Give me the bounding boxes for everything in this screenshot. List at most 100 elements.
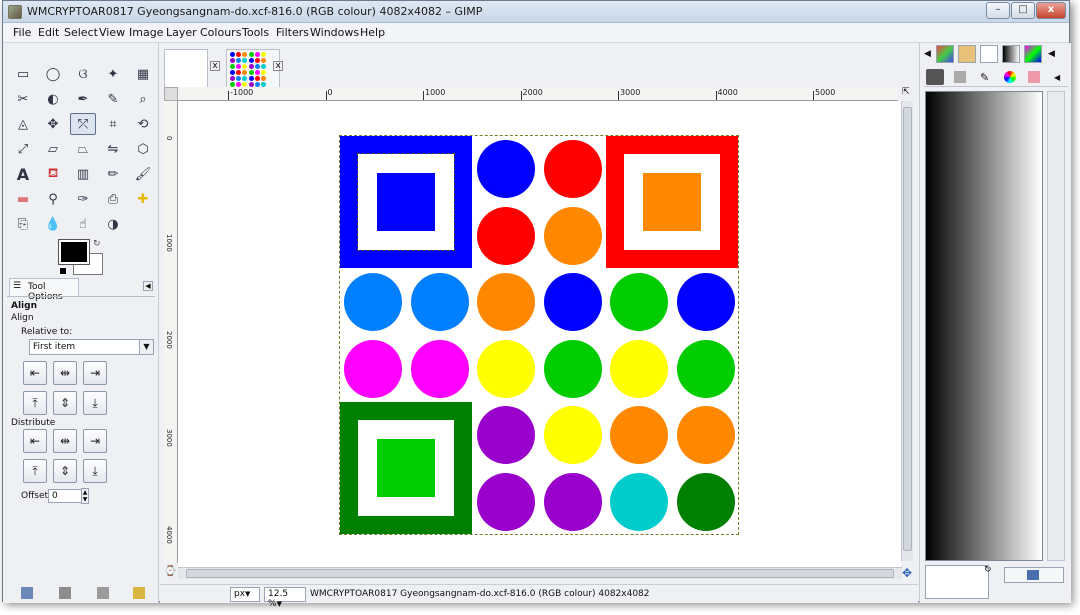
foreground-select-icon[interactable]: ◐ — [40, 88, 66, 110]
circle-purple[interactable] — [477, 472, 535, 531]
horizontal-scrollbar[interactable] — [178, 567, 902, 579]
offset-stepper[interactable]: ▲ ▼ — [81, 488, 89, 504]
patterns-icon[interactable] — [958, 45, 976, 63]
circle-green_dark[interactable] — [676, 472, 735, 531]
red-square-frame[interactable] — [606, 136, 738, 268]
paths-icon[interactable]: ✒ — [70, 88, 96, 110]
blank-image-tab[interactable] — [164, 49, 208, 89]
distribute-hcenter-icon[interactable]: ⇹ — [53, 429, 77, 453]
menu-layer[interactable]: Layer — [166, 26, 197, 39]
dock-edit-button[interactable] — [1004, 567, 1064, 583]
align-left-icon[interactable]: ⇤ — [23, 361, 47, 385]
save-options-icon[interactable] — [21, 587, 33, 599]
pencil-icon[interactable]: ✏ — [100, 163, 126, 185]
panel-menu-icon[interactable]: ◀ — [143, 281, 153, 291]
shear-icon[interactable]: ▱ — [40, 138, 66, 160]
foreground-color-swatch[interactable] — [58, 239, 90, 265]
fuzzy-select-icon[interactable]: ✦ — [100, 63, 126, 85]
crop-icon[interactable]: ⌗ — [100, 113, 126, 135]
layer-stack-icon[interactable] — [954, 71, 966, 83]
circle-green_light[interactable] — [543, 339, 602, 398]
color-picker-icon[interactable]: ✎ — [100, 88, 126, 110]
vertical-ruler[interactable]: 0 1000 2000 3000 4000 — [164, 101, 178, 563]
scale-icon[interactable]: ⤢ — [10, 138, 36, 160]
image-canvas[interactable] — [339, 135, 739, 535]
heal-icon[interactable]: ✚ — [130, 188, 156, 210]
measure-icon[interactable]: ◬ — [10, 113, 36, 135]
circle-yellow[interactable] — [477, 339, 535, 398]
menu-image[interactable]: Image — [129, 26, 163, 39]
paintbrush-icon[interactable]: 🖌 — [130, 163, 156, 185]
flip-icon[interactable]: ⇋ — [100, 138, 126, 160]
select-by-color-icon[interactable]: ▦ — [130, 63, 156, 85]
dock-tab-menu-icon[interactable]: ◀ — [1048, 49, 1055, 59]
scroll-thumb[interactable] — [903, 107, 912, 551]
offset-input[interactable]: 0 — [48, 489, 84, 503]
gradients-icon[interactable] — [1002, 45, 1020, 63]
dock-scrollbar[interactable] — [1047, 91, 1065, 561]
circle-azure[interactable] — [410, 273, 469, 331]
circle-cyan[interactable] — [610, 472, 668, 531]
palettes-icon[interactable] — [1024, 45, 1042, 63]
rotate-icon[interactable]: ⟲ — [130, 113, 156, 135]
ellipse-select-icon[interactable]: ◯ — [40, 63, 66, 85]
circle-magenta[interactable] — [410, 339, 469, 398]
fonts-icon[interactable] — [980, 45, 998, 63]
distribute-vcenter-icon[interactable]: ⇕ — [53, 459, 77, 483]
image-icon[interactable] — [1028, 71, 1040, 83]
distribute-right-icon[interactable]: ⇥ — [83, 429, 107, 453]
align-top-icon[interactable]: ⤒ — [23, 391, 47, 415]
quick-mask-corner[interactable] — [164, 87, 178, 101]
rect-select-icon[interactable]: ▭ — [10, 63, 36, 85]
close-button[interactable]: x — [1036, 2, 1066, 19]
scroll-thumb[interactable] — [186, 569, 894, 578]
default-colors-icon[interactable] — [59, 267, 67, 275]
dock-preview-box[interactable] — [925, 565, 989, 599]
zoom-icon[interactable]: ⌕ — [130, 88, 156, 110]
bucket-fill-icon[interactable]: ⛾ — [40, 163, 66, 185]
circle-orange[interactable] — [543, 206, 602, 265]
clone-icon[interactable]: ⎙ — [100, 188, 126, 210]
brush-small-icon[interactable]: ✎ — [980, 71, 989, 84]
circle-red[interactable] — [477, 206, 535, 265]
dock-menu-icon[interactable]: ◀ — [924, 49, 931, 59]
circle-green_light[interactable] — [610, 273, 668, 331]
free-select-icon[interactable]: ଓ — [70, 63, 96, 85]
perspective-icon[interactable]: ⏢ — [70, 138, 96, 160]
align-hcenter-icon[interactable]: ⇹ — [53, 361, 77, 385]
circle-yellow[interactable] — [543, 406, 602, 464]
delete-options-icon[interactable] — [97, 587, 109, 599]
current-image-tab[interactable] — [226, 49, 280, 89]
green-square-frame[interactable] — [340, 402, 472, 534]
circle-blue[interactable] — [543, 273, 602, 331]
scissors-select-icon[interactable]: ✂ — [10, 88, 36, 110]
menu-tools[interactable]: Tools — [242, 26, 269, 39]
canvas-viewport[interactable] — [178, 101, 901, 567]
circle-magenta[interactable] — [344, 339, 402, 398]
circle-blue[interactable] — [676, 273, 735, 331]
circle-purple[interactable] — [477, 406, 535, 464]
close-tab-icon[interactable]: x — [273, 61, 283, 71]
circle-orange[interactable] — [477, 273, 535, 331]
brushes-icon[interactable] — [936, 45, 954, 63]
eraser-icon[interactable]: ▬ — [10, 188, 36, 210]
distribute-bottom-icon[interactable]: ⤓ — [83, 459, 107, 483]
circle-red[interactable] — [543, 140, 602, 198]
rotate-icon[interactable]: ↻ — [984, 565, 992, 575]
menu-colours[interactable]: Colours — [200, 26, 241, 39]
close-tab-icon[interactable]: x — [210, 61, 220, 71]
menu-windows[interactable]: Windows — [310, 26, 359, 39]
menu-help[interactable]: Help — [360, 26, 385, 39]
blue-square-frame[interactable] — [340, 136, 472, 268]
minimize-button[interactable]: – — [986, 2, 1010, 19]
airbrush-icon[interactable]: ⚲ — [40, 188, 66, 210]
blend-icon[interactable]: ▥ — [70, 163, 96, 185]
circle-yellow[interactable] — [610, 339, 668, 398]
menu-select[interactable]: Select — [64, 26, 98, 39]
align-icon[interactable]: ⤱ — [70, 113, 96, 135]
dock-toolbar-menu-icon[interactable]: ◀ — [1054, 73, 1060, 82]
colors-icon[interactable] — [1004, 71, 1016, 83]
distribute-top-icon[interactable]: ⤒ — [23, 459, 47, 483]
navigate-icon[interactable]: ✥ — [902, 566, 916, 580]
menu-view[interactable]: View — [99, 26, 125, 39]
